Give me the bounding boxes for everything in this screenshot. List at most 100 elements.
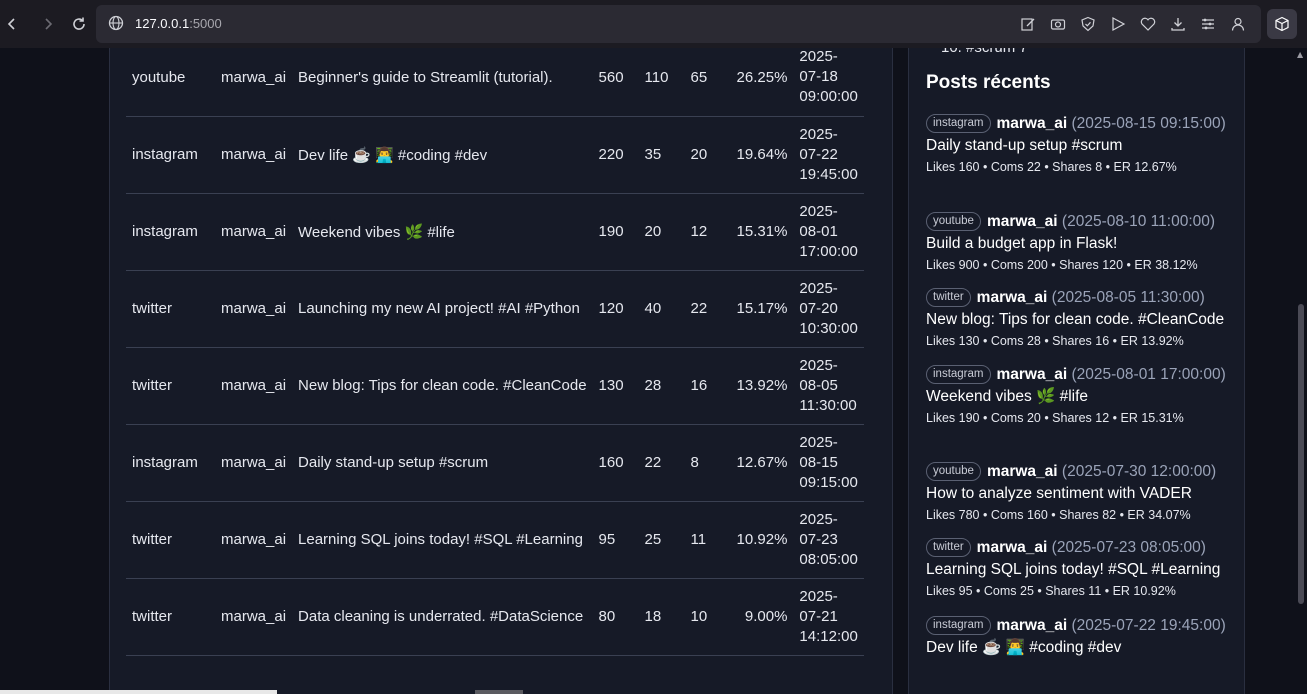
scroll-up-arrow-icon[interactable]: ▲: [1297, 50, 1305, 59]
cell-engagement-rate: 12.67%: [730, 424, 794, 502]
cell-comments: 110: [638, 48, 685, 117]
url-text: 127.0.0.1:5000: [135, 16, 222, 31]
post-text: Learning SQL joins today! #SQL #Learning: [926, 561, 1221, 578]
recent-posts-title: Posts récents: [926, 72, 1051, 93]
post-stats: Likes 190 • Coms 20 • Shares 12 • ER 15.…: [926, 411, 1184, 425]
page-viewport: youtube marwa_ai Beginner's guide to Strea…: [0, 48, 1296, 694]
cell-post-text: Data cleaning is underrated. #DataScienc…: [292, 578, 593, 656]
cell-account: marwa_ai: [215, 270, 293, 348]
date-line: 2025-: [799, 202, 838, 220]
cell-likes: 95: [592, 501, 639, 579]
post-header: instagram marwa_ai (2025-07-22 19:45:00): [926, 615, 1238, 637]
date-line: 2025-: [799, 587, 838, 605]
cell-engagement-rate: 9.00%: [730, 578, 794, 656]
post-text: Daily stand-up setup #scrum: [926, 137, 1123, 154]
post-author: marwa_ai: [996, 115, 1068, 132]
post-author: marwa_ai: [976, 289, 1048, 306]
cell-post-text: Learning SQL joins today! #SQL #Learning: [292, 501, 593, 579]
post-stats: Likes 780 • Coms 160 • Shares 82 • ER 34…: [926, 508, 1191, 522]
cell-post-text: New blog: Tips for clean code. #CleanCod…: [292, 347, 593, 425]
cell-date: 2025- 08-15 09:15:00: [793, 424, 864, 502]
recent-posts-card: 10. #scrum 7 Posts récents instagram marw…: [908, 48, 1245, 694]
cell-likes: 80: [592, 578, 639, 656]
cell-engagement-rate: 13.92%: [730, 347, 794, 425]
top-hashtag-item: 10. #scrum 7: [941, 48, 1028, 56]
cell-account: marwa_ai: [215, 116, 293, 194]
date-line: 07-21: [799, 607, 838, 625]
extensions-button[interactable]: [1267, 9, 1297, 39]
table-row: instagram marwa_ai Dev life ☕ 👨‍💻 #coding …: [126, 116, 864, 194]
cell-shares: 8: [684, 424, 731, 502]
cell-platform: twitter: [126, 501, 215, 579]
shield-icon[interactable]: [1079, 15, 1097, 33]
recent-post-item: twitter marwa_ai (2025-07-23 08:05:00) Lea…: [926, 537, 1238, 601]
post-text: How to analyze sentiment with VADER: [926, 485, 1192, 502]
date-line: 07-23: [799, 530, 838, 548]
recent-post-item: instagram marwa_ai (2025-08-15 09:15:00) D…: [926, 113, 1238, 177]
posts-table-card: youtube marwa_ai Beginner's guide to Strea…: [109, 48, 893, 694]
page-scrollbar[interactable]: ▲: [1296, 48, 1307, 694]
post-text: Build a budget app in Flask!: [926, 235, 1118, 252]
cell-post-text: Launching my new AI project! #AI #Python: [292, 270, 593, 348]
url-port: :5000: [189, 16, 222, 31]
back-arrow-icon: [7, 18, 15, 30]
scrollbar-thumb[interactable]: [1298, 304, 1304, 604]
send-icon[interactable]: [1109, 15, 1127, 33]
recent-post-item: instagram marwa_ai (2025-07-22 19:45:00) D…: [926, 615, 1238, 659]
date-line: 09:15:00: [799, 473, 858, 491]
post-stats: Likes 900 • Coms 200 • Shares 120 • ER 3…: [926, 258, 1198, 272]
posts-table-body: youtube marwa_ai Beginner's guide to Strea…: [126, 48, 864, 656]
account-icon[interactable]: [1229, 15, 1247, 33]
cell-account: marwa_ai: [215, 347, 293, 425]
post-header: instagram marwa_ai (2025-08-15 09:15:00): [926, 113, 1238, 135]
platform-badge: youtube: [926, 212, 981, 231]
camera-icon[interactable]: [1049, 15, 1067, 33]
cell-comments: 20: [638, 193, 685, 271]
heart-icon[interactable]: [1139, 15, 1157, 33]
post-author: marwa_ai: [976, 539, 1048, 556]
post-author: marwa_ai: [986, 213, 1058, 230]
browser-toolbar: 127.0.0.1:5000: [0, 0, 1307, 48]
post-date: (2025-08-10 11:00:00): [1061, 213, 1216, 230]
date-line: 2025-: [799, 279, 838, 297]
cell-date: 2025- 07-20 10:30:00: [793, 270, 864, 348]
date-line: 19:45:00: [799, 165, 858, 183]
cell-comments: 28: [638, 347, 685, 425]
back-button[interactable]: [2, 14, 22, 34]
download-icon[interactable]: [1169, 15, 1187, 33]
cell-platform: twitter: [126, 270, 215, 348]
post-header: youtube marwa_ai (2025-08-10 11:00:00): [926, 211, 1238, 233]
post-date: (2025-08-15 09:15:00): [1071, 115, 1226, 132]
cell-comments: 40: [638, 270, 685, 348]
globe-icon: [108, 15, 124, 31]
cell-shares: 20: [684, 116, 731, 194]
forward-button[interactable]: [38, 14, 58, 34]
recent-post-item: twitter marwa_ai (2025-08-05 11:30:00) New…: [926, 287, 1238, 351]
date-line: 17:00:00: [799, 242, 858, 260]
date-line: 14:12:00: [799, 627, 858, 645]
date-line: 10:30:00: [799, 319, 858, 337]
cell-comments: 22: [638, 424, 685, 502]
cell-account: marwa_ai: [215, 424, 293, 502]
date-line: 08:05:00: [799, 550, 858, 568]
url-host: 127.0.0.1: [135, 16, 190, 31]
cell-likes: 190: [592, 193, 639, 271]
toolbar-icons: [1019, 15, 1247, 33]
edit-icon[interactable]: [1019, 15, 1037, 33]
post-stats: Likes 160 • Coms 22 • Shares 8 • ER 12.6…: [926, 160, 1177, 174]
date-line: 07-20: [799, 299, 838, 317]
table-row: twitter marwa_ai Launching my new AI proje…: [126, 270, 864, 348]
reload-button[interactable]: [69, 14, 89, 34]
post-author: marwa_ai: [996, 617, 1068, 634]
post-text: Weekend vibes 🌿 #life: [926, 388, 1089, 405]
date-line: 08-15: [799, 453, 838, 471]
list-icon[interactable]: [1199, 15, 1217, 33]
cell-date: 2025- 07-23 08:05:00: [793, 501, 864, 579]
date-line: 08-01: [799, 222, 838, 240]
cell-post-text: Daily stand-up setup #scrum: [292, 424, 593, 502]
post-date: (2025-07-30 12:00:00): [1061, 463, 1217, 480]
bottom-progress-bar: [0, 690, 277, 694]
forward-arrow-icon: [45, 18, 53, 30]
address-bar[interactable]: 127.0.0.1:5000: [96, 5, 1261, 43]
cell-account: marwa_ai: [215, 501, 293, 579]
